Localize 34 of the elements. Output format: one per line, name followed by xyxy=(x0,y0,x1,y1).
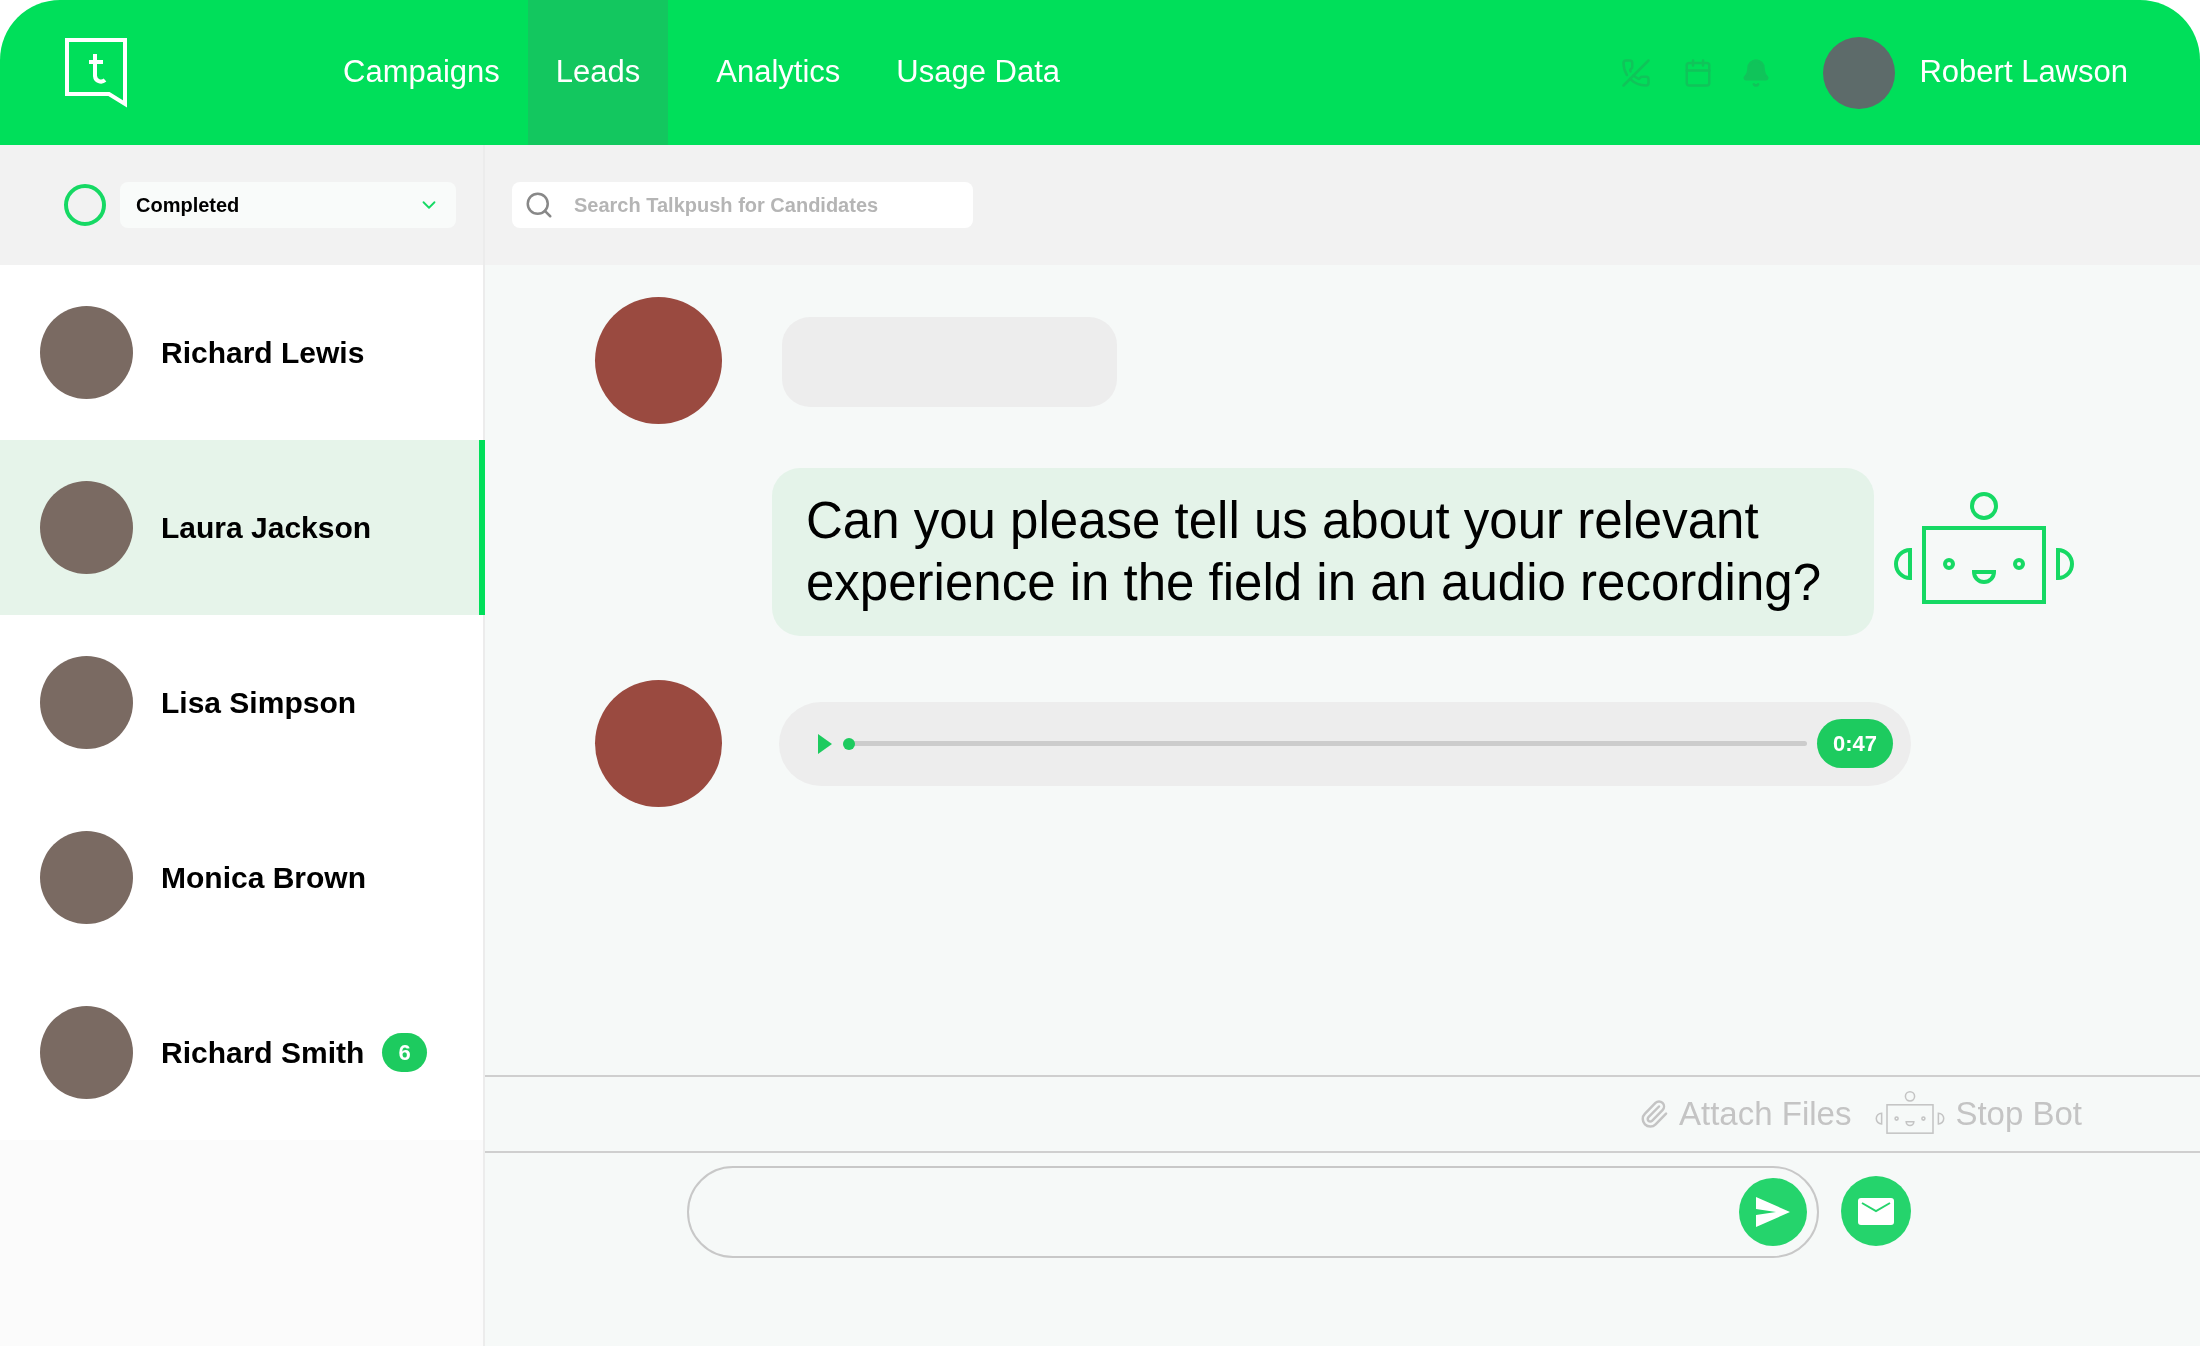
lead-item[interactable]: Laura Jackson xyxy=(0,440,485,615)
paperclip-icon xyxy=(1639,1099,1669,1129)
send-icon xyxy=(1756,1197,1790,1227)
lead-item[interactable]: Monica Brown xyxy=(0,790,483,965)
message-input[interactable] xyxy=(687,1166,1819,1258)
audio-progress-track[interactable] xyxy=(843,737,1807,750)
logo-icon xyxy=(65,37,129,108)
phone-off-icon[interactable] xyxy=(1621,57,1652,88)
lead-name: Lisa Simpson xyxy=(161,685,357,721)
envelope-icon xyxy=(1858,1197,1894,1225)
audio-duration: 0:47 xyxy=(1816,719,1893,768)
nav-tab[interactable]: Campaigns xyxy=(315,0,528,145)
lead-name: Richard Smith xyxy=(161,1035,365,1071)
search-field[interactable]: Search Talkpush for Candidates xyxy=(512,182,973,228)
unread-count-badge: 6 xyxy=(382,1033,427,1072)
lead-name: Richard Lewis xyxy=(161,335,365,371)
lead-item[interactable]: Lisa Simpson xyxy=(0,615,483,790)
message-bubble: Can you please tell us about your relevant experience in the field in an audio recording? xyxy=(772,468,1874,636)
send-button[interactable] xyxy=(1739,1178,1807,1246)
nav-tab[interactable]: Leads xyxy=(527,0,669,145)
search-icon xyxy=(524,190,554,220)
progress-handle[interactable] xyxy=(843,737,855,750)
play-icon[interactable] xyxy=(817,732,833,755)
calendar-icon[interactable] xyxy=(1683,57,1714,88)
lead-name: Laura Jackson xyxy=(161,510,372,546)
robot-icon xyxy=(1875,1091,1946,1137)
lead-item[interactable]: Richard Lewis xyxy=(0,265,483,440)
nav-tab[interactable]: Analytics xyxy=(688,0,869,145)
lead-name: Monica Brown xyxy=(161,860,366,896)
nav-tab[interactable]: Usage Data xyxy=(868,0,1089,145)
status-dropdown[interactable]: Completed xyxy=(120,182,456,228)
status-ring-icon xyxy=(64,184,106,226)
user-name[interactable]: Robert Lawson xyxy=(1919,49,2128,96)
lead-item[interactable]: Richard Smith 6 xyxy=(0,965,483,1140)
